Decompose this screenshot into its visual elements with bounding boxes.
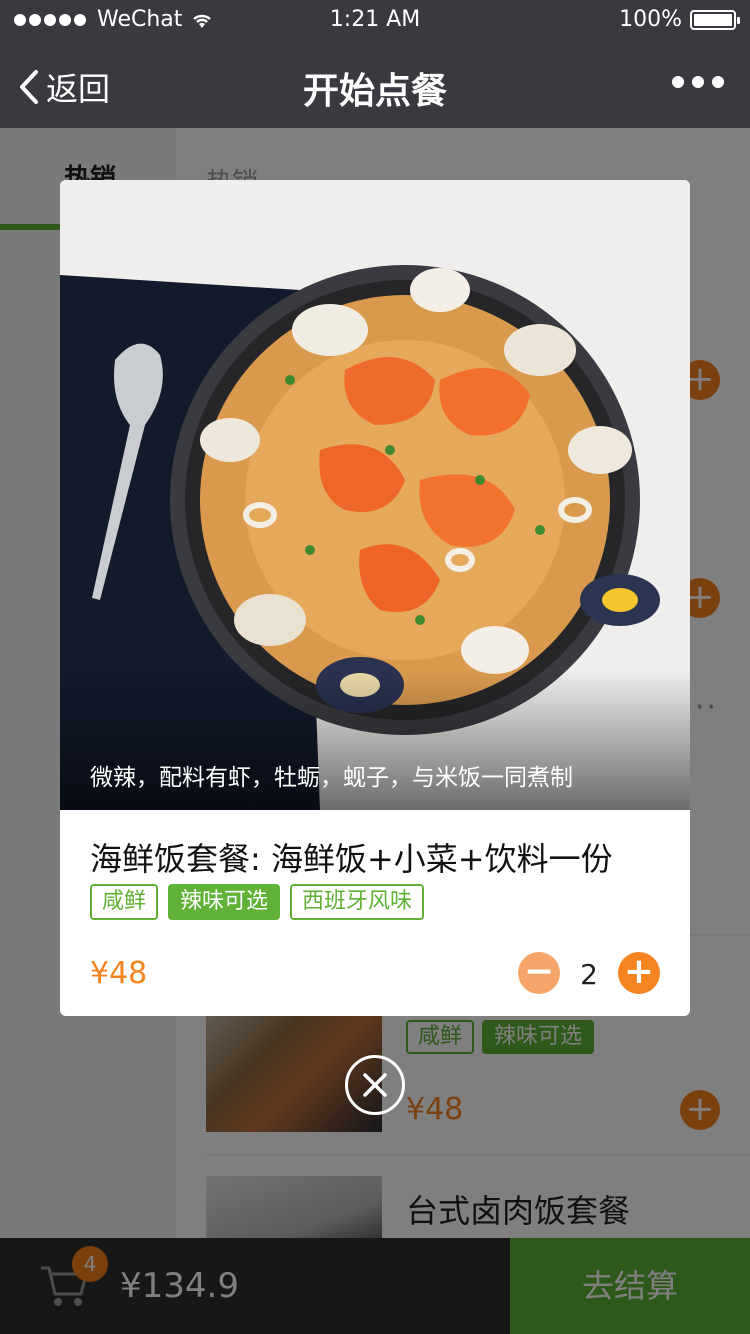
dish-photo: 微辣，配料有虾，牡蛎，蚬子，与米饭一同煮制: [60, 180, 690, 810]
dish-description: 微辣，配料有虾，牡蛎，蚬子，与米饭一同煮制: [90, 765, 573, 791]
more-dot-icon: [672, 76, 684, 88]
more-options-button[interactable]: [672, 76, 724, 88]
decrease-button[interactable]: −: [518, 952, 560, 994]
status-bar: WeChat 1:21 AM 100%: [0, 0, 750, 40]
battery-percent: 100%: [619, 7, 682, 32]
more-dot-icon: [712, 76, 724, 88]
dish-tags: 咸鲜 辣味可选 西班牙风味: [90, 884, 425, 920]
page-title: 开始点餐: [302, 71, 447, 112]
dish-price: ¥48: [90, 956, 148, 991]
dish-title: 海鲜饭套餐: 海鲜饭+小菜+饮料一份: [90, 840, 613, 878]
quantity-stepper: − 2 +: [518, 952, 660, 994]
tag-spicy-optional: 辣味可选: [168, 884, 281, 920]
quantity-value: 2: [580, 958, 598, 991]
dish-detail-modal: 微辣，配料有虾，牡蛎，蚬子，与米饭一同煮制 海鲜饭套餐: 海鲜饭+小菜+饮料一份…: [60, 180, 690, 1016]
more-dot-icon: [692, 76, 704, 88]
status-right: 100%: [619, 7, 740, 32]
nav-bar: 返回 开始点餐: [0, 40, 750, 128]
battery-icon: [690, 9, 740, 30]
close-icon: [363, 1073, 387, 1097]
increase-button[interactable]: +: [618, 952, 660, 994]
tag-salty: 咸鲜: [90, 884, 159, 920]
tag-spanish: 西班牙风味: [290, 884, 425, 920]
close-button[interactable]: [345, 1055, 405, 1115]
